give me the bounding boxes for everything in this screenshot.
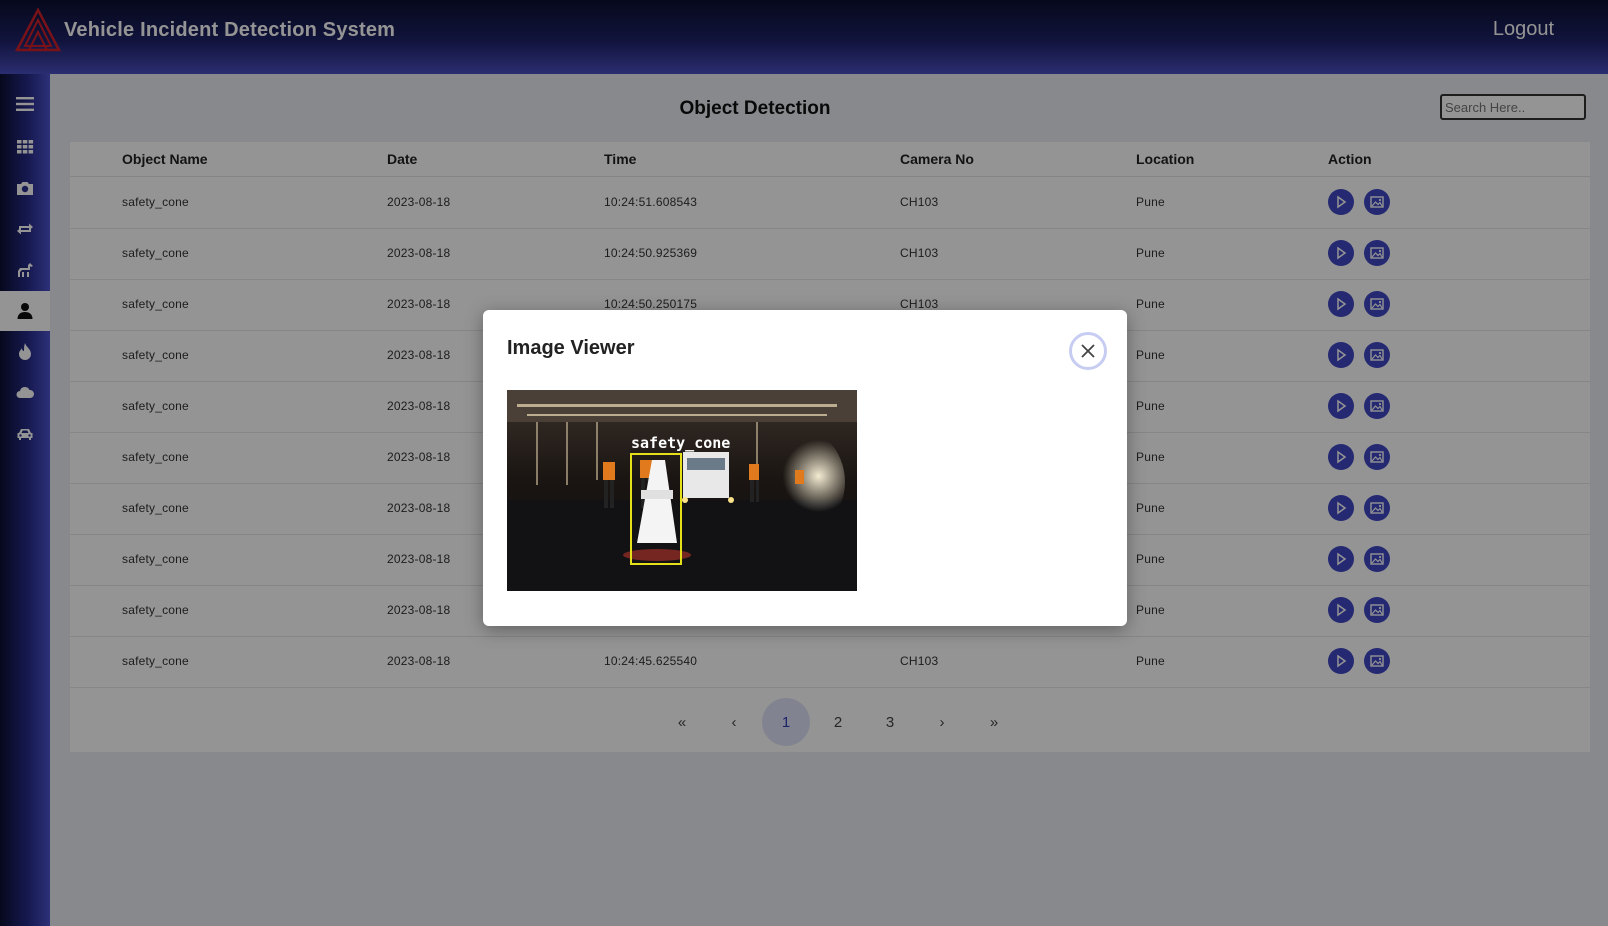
image-viewer-modal: Image Viewer safety_cone: [483, 310, 1127, 626]
modal-title: Image Viewer: [507, 337, 635, 359]
detection-label: safety_cone: [631, 434, 730, 452]
close-icon: [1081, 344, 1095, 358]
detection-image: safety_cone: [507, 390, 857, 591]
close-button[interactable]: [1069, 332, 1107, 370]
